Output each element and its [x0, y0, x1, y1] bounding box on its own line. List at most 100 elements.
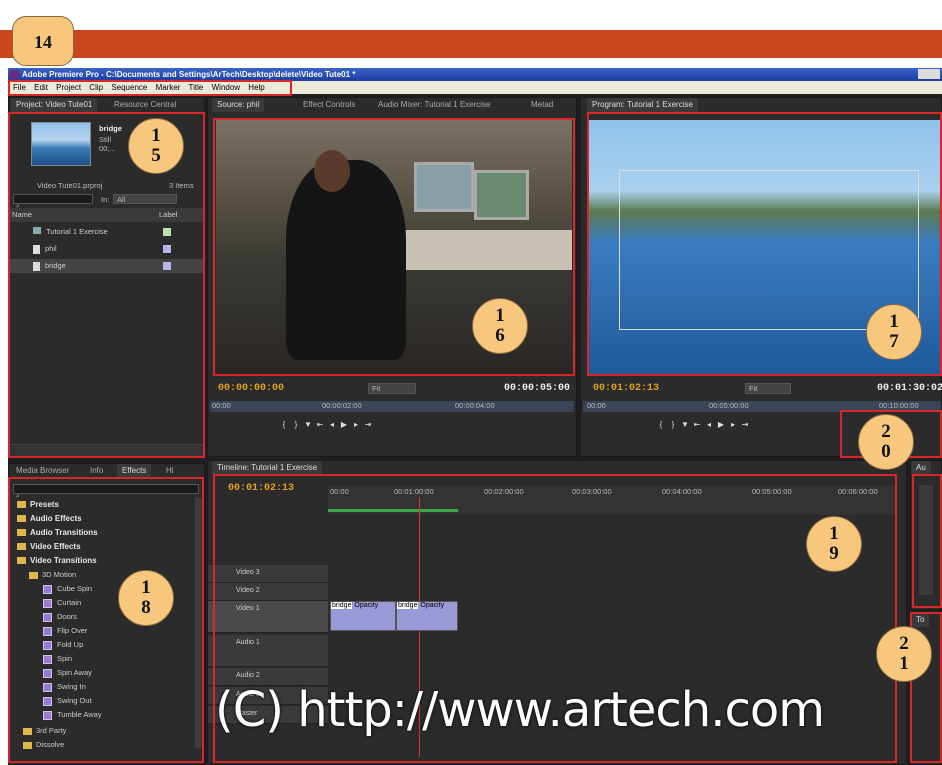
play-icon[interactable]: ▶ — [715, 420, 727, 430]
col-label[interactable]: Label — [159, 208, 177, 222]
menu-marker[interactable]: Marker — [156, 83, 181, 92]
goto-out-icon[interactable]: ⇥ — [739, 420, 751, 430]
fx-flip-over[interactable]: Flip Over — [43, 626, 87, 636]
timeline-tc[interactable]: 00:01:02:13 — [228, 483, 294, 494]
tab-effects[interactable]: Effects — [117, 464, 152, 478]
menu-title[interactable]: Title — [189, 83, 204, 92]
folder-audio-transitions[interactable]: Audio Transitions — [17, 528, 98, 537]
goto-in-icon[interactable]: ⇤ — [691, 420, 703, 430]
marker-icon[interactable]: ▼ — [679, 420, 691, 430]
track-video-3[interactable]: Video 3 — [208, 565, 328, 583]
person-head — [314, 150, 350, 192]
tab-effect-controls[interactable]: Effect Controls — [298, 98, 360, 112]
menu-window[interactable]: Window — [212, 83, 240, 92]
project-row-phil[interactable]: phil — [9, 242, 204, 256]
clip-bridge-1[interactable]: bridge Opacity — [330, 601, 396, 631]
set-in-icon[interactable]: { — [278, 420, 290, 430]
menu-help[interactable]: Help — [248, 83, 264, 92]
folder-dissolve[interactable]: Dissolve — [23, 740, 64, 749]
folder-presets[interactable]: Presets — [17, 500, 59, 509]
step-back-icon[interactable]: ◂ — [703, 420, 715, 430]
tab-resource-central[interactable]: Resource Central — [109, 98, 181, 112]
fx-spin[interactable]: Spin — [43, 654, 72, 664]
tab-metadata[interactable]: Metad — [526, 98, 558, 112]
fx-curtain[interactable]: Curtain — [43, 598, 81, 608]
program-ruler-0: 00:00 — [587, 401, 606, 410]
source-transport[interactable]: {} ▼ ⇤ ◂ ▶ ▸ ⇥ — [278, 420, 488, 450]
effects-scrollbar[interactable] — [195, 498, 202, 748]
preview-name: bridge — [99, 124, 122, 133]
sequence-icon — [33, 227, 41, 234]
fx-doors[interactable]: Doors — [43, 612, 77, 622]
tab-audio-meters[interactable]: Au — [911, 461, 931, 475]
tab-audio-mixer[interactable]: Audio Mixer: Tutorial 1 Exercise — [373, 98, 496, 112]
play-icon[interactable]: ▶ — [338, 420, 350, 430]
menu-bar: File Edit Project Clip Sequence Marker T… — [8, 81, 942, 94]
audio-meter-bars — [919, 485, 933, 595]
step-forward-icon[interactable]: ▸ — [350, 420, 362, 430]
track-audio-1[interactable]: Audio 1 — [208, 635, 328, 667]
work-area-bar[interactable] — [328, 509, 458, 512]
fx-swing-in[interactable]: Swing In — [43, 682, 86, 692]
tab-info[interactable]: Info — [85, 464, 108, 478]
transition-icon — [43, 668, 52, 678]
menu-file[interactable]: File — [13, 83, 26, 92]
menu-edit[interactable]: Edit — [34, 83, 48, 92]
track-video-1[interactable]: Video 1 — [208, 601, 328, 633]
page-number-badge: 14 — [12, 16, 74, 66]
tab-history[interactable]: Hi — [161, 464, 179, 478]
track-video-2[interactable]: Video 2 — [208, 583, 328, 601]
fx-cube-spin[interactable]: Cube Spin — [43, 584, 92, 594]
goto-in-icon[interactable]: ⇤ — [314, 420, 326, 430]
program-transport[interactable]: {} ▼ ⇤ ◂ ▶ ▸ ⇥ — [655, 420, 845, 450]
search-input[interactable]: ⌕ — [13, 194, 93, 210]
in-select[interactable]: All — [113, 194, 177, 204]
effects-search[interactable]: ⌕ — [13, 484, 199, 500]
tab-tools[interactable]: To — [911, 613, 930, 627]
marker-icon[interactable]: ▼ — [302, 420, 314, 430]
program-ruler-2: 00:10:00:00 — [879, 401, 919, 410]
tab-program[interactable]: Program: Tutorial 1 Exercise — [587, 98, 698, 112]
preview-duration: 00;... — [99, 144, 116, 153]
window-buttons[interactable] — [918, 69, 940, 79]
folder-icon — [17, 529, 26, 537]
folder-audio-effects[interactable]: Audio Effects — [17, 514, 82, 523]
fx-tumble-away[interactable]: Tumble Away — [43, 710, 102, 720]
menu-clip[interactable]: Clip — [89, 83, 103, 92]
program-ruler[interactable]: 00:00 00:05:00:00 00:10:00:00 — [583, 401, 941, 412]
preview-type: Still — [99, 135, 112, 144]
fx-spin-away[interactable]: Spin Away — [43, 668, 92, 678]
menu-sequence[interactable]: Sequence — [111, 83, 147, 92]
program-fit-select[interactable]: Fit — [745, 383, 791, 394]
step-back-icon[interactable]: ◂ — [326, 420, 338, 430]
goto-out-icon[interactable]: ⇥ — [362, 420, 374, 430]
fx-fold-up[interactable]: Fold Up — [43, 640, 83, 650]
set-out-icon[interactable]: } — [667, 420, 679, 430]
source-tc-in[interactable]: 00:00:00:00 — [218, 383, 284, 394]
title-text: Adobe Premiere Pro - C:\Documents and Se… — [22, 70, 356, 79]
project-toolbar[interactable] — [9, 444, 204, 456]
tab-source[interactable]: Source: phil — [212, 98, 265, 112]
folder-3d-motion[interactable]: 3D Motion — [29, 570, 76, 579]
timeline-ruler[interactable]: 00:00 00:01:00:00 00:02:00:00 00:03:00:0… — [328, 485, 898, 515]
clip-bridge-2[interactable]: bridge Opacity — [396, 601, 458, 631]
tab-media-browser[interactable]: Media Browser — [11, 464, 74, 478]
tab-timeline[interactable]: Timeline: Tutorial 1 Exercise — [212, 461, 323, 475]
folder-video-transitions[interactable]: Video Transitions — [17, 556, 97, 565]
folder-video-effects[interactable]: Video Effects — [17, 542, 81, 551]
col-name[interactable]: Name — [12, 210, 32, 219]
project-row-bridge[interactable]: bridge — [9, 259, 204, 273]
step-forward-icon[interactable]: ▸ — [727, 420, 739, 430]
program-tc-in[interactable]: 00:01:02:13 — [593, 383, 659, 394]
source-fit-select[interactable]: Fit — [368, 383, 416, 394]
tab-project[interactable]: Project: Video Tute01 — [11, 98, 98, 112]
folder-3rd-party[interactable]: 3rd Party — [23, 726, 66, 735]
menu-project[interactable]: Project — [56, 83, 81, 92]
fx-swing-out[interactable]: Swing Out — [43, 696, 92, 706]
set-out-icon[interactable]: } — [290, 420, 302, 430]
transition-icon — [43, 612, 52, 622]
source-ruler[interactable]: 00:00 00:00:02:00 00:00:04:00 — [210, 401, 574, 412]
project-item-count: 3 Items — [169, 181, 194, 190]
project-row-sequence[interactable]: Tutorial 1 Exercise — [9, 225, 204, 239]
set-in-icon[interactable]: { — [655, 420, 667, 430]
